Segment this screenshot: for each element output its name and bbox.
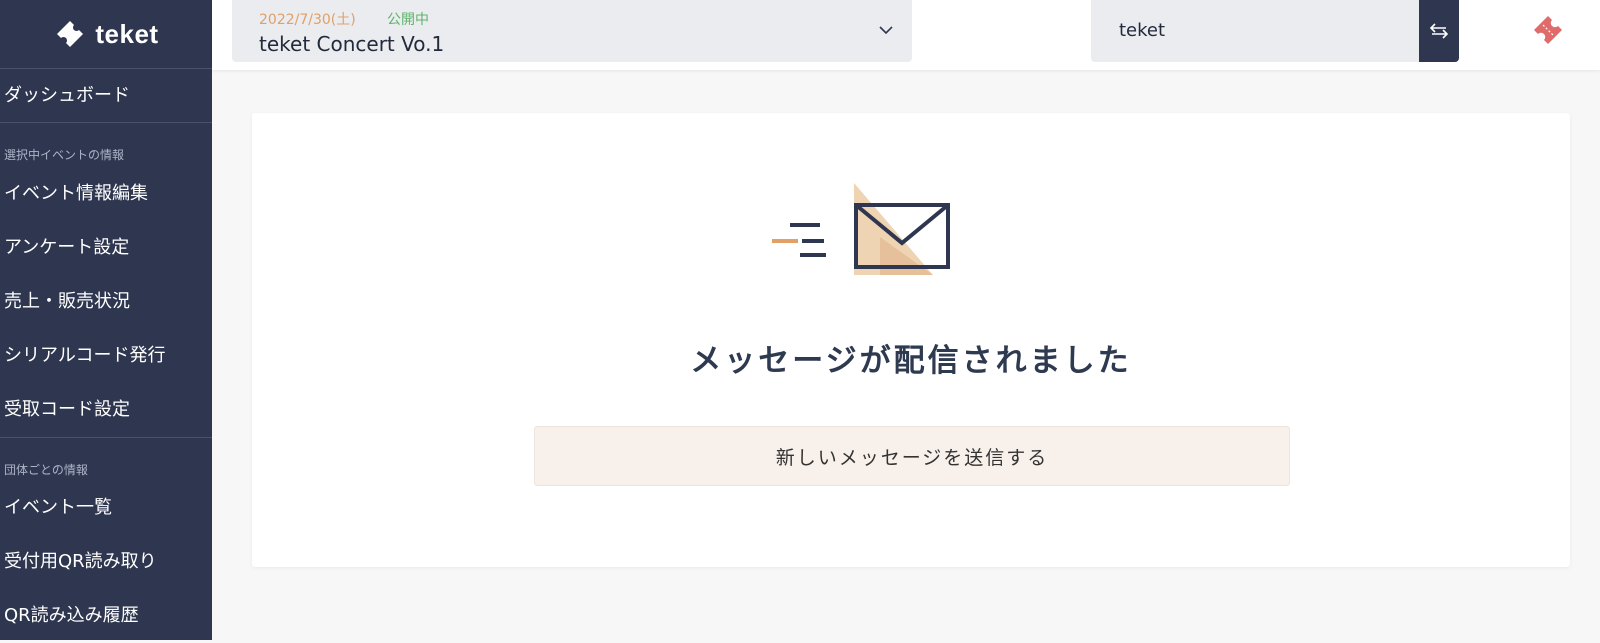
- logo[interactable]: teket: [0, 0, 212, 69]
- sidebar-item-qr-history[interactable]: QR読み込み履歴: [0, 589, 212, 643]
- ticket-icon[interactable]: [1530, 12, 1566, 48]
- organization-name: teket: [1119, 20, 1166, 41]
- brand-name: teket: [95, 18, 159, 49]
- sidebar-item-event-edit[interactable]: イベント情報編集: [0, 167, 212, 221]
- organization-selector[interactable]: teket: [1091, 0, 1459, 62]
- sidebar-item-dashboard[interactable]: ダッシュボード: [0, 69, 212, 123]
- sidebar: teket ダッシュボード 選択中イベントの情報 イベント情報編集 アンケート設…: [0, 0, 212, 640]
- switch-organization-button[interactable]: [1419, 0, 1459, 62]
- message-sent-card: メッセージが配信されました 新しいメッセージを送信する: [252, 113, 1570, 567]
- top-bar: 2022/7/30(土) 公開中 teket Concert Vo.1 teke…: [212, 0, 1600, 70]
- event-status-badge: 公開中: [387, 12, 429, 28]
- send-new-message-button[interactable]: 新しいメッセージを送信する: [534, 426, 1290, 486]
- event-date: 2022/7/30(土): [259, 12, 356, 28]
- chevron-down-icon: [879, 26, 893, 35]
- sidebar-item-event-list[interactable]: イベント一覧: [0, 481, 212, 535]
- message-sent-heading: メッセージが配信されました: [690, 343, 1132, 379]
- sidebar-item-sales[interactable]: 売上・販売状況: [0, 275, 212, 329]
- sidebar-section-org: 団体ごとの情報: [0, 437, 212, 481]
- sidebar-section-event: 選択中イベントの情報: [4, 148, 125, 162]
- event-title: teket Concert Vo.1: [259, 32, 445, 56]
- sidebar-item-serial-code[interactable]: シリアルコード発行: [0, 329, 212, 383]
- sidebar-item-survey[interactable]: アンケート設定: [0, 221, 212, 275]
- event-selector[interactable]: 2022/7/30(土) 公開中 teket Concert Vo.1: [232, 0, 912, 62]
- sidebar-item-qr-reader[interactable]: 受付用QR読み取り: [0, 535, 212, 589]
- teket-logo-icon: [57, 21, 84, 47]
- envelope-sent-icon: [772, 183, 950, 275]
- sidebar-item-receive-code[interactable]: 受取コード設定: [0, 383, 212, 437]
- swap-arrows-icon: [1429, 23, 1449, 39]
